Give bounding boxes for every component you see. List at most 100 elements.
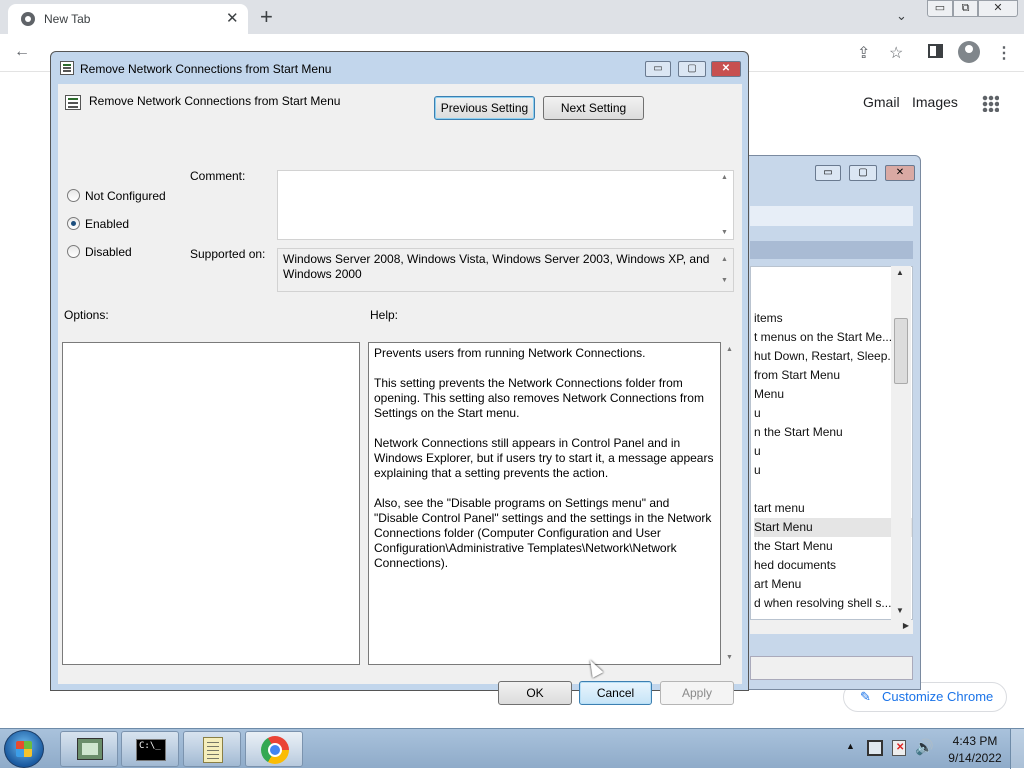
clock-date[interactable]: 9/14/2022	[946, 751, 1004, 765]
scroll-down-icon[interactable]: ▼	[721, 229, 728, 236]
policy-setting-dialog: Remove Network Connections from Start Me…	[50, 51, 749, 705]
scroll-up-icon[interactable]: ▲	[896, 268, 904, 277]
start-button[interactable]	[4, 730, 44, 768]
scroll-up-icon[interactable]: ▲	[721, 252, 728, 267]
editor-minimize-button[interactable]: ▭	[815, 165, 841, 181]
editor-list-header	[750, 241, 913, 259]
browser-close-button[interactable]: ✕	[978, 0, 1018, 17]
radio-button-unchecked[interactable]	[67, 189, 80, 202]
command-prompt-icon: C:\_	[136, 739, 166, 761]
policy-list-item[interactable]: from Start Menu	[754, 366, 912, 385]
policy-list-item[interactable]: art Menu	[754, 575, 912, 594]
policy-list-item[interactable]: t menus on the Start Me...	[754, 328, 912, 347]
policy-list-item[interactable]: Start Menu	[754, 518, 912, 537]
radio-button-unchecked[interactable]	[67, 245, 80, 258]
taskbar: C:\_ ▲ 🔊 4:43 PM 9/14/2022	[0, 728, 1024, 769]
supported-on-field: Windows Server 2008, Windows Vista, Wind…	[277, 248, 734, 292]
editor-status-bar	[750, 656, 913, 680]
policy-list-item[interactable]	[754, 480, 912, 499]
supported-scrollbar[interactable]: ▲ ▼	[717, 249, 733, 291]
show-hidden-icons-arrow-icon[interactable]: ▲	[846, 741, 855, 751]
policy-list-horizontal-scrollbar[interactable]: ▶	[750, 620, 913, 634]
options-pane	[62, 342, 360, 665]
taskbar-command-prompt[interactable]: C:\_	[121, 731, 179, 767]
policy-list-item[interactable]: hut Down, Restart, Sleep...	[754, 347, 912, 366]
radio-label: Not Configured	[85, 189, 166, 203]
comment-scrollbar[interactable]: ▲ ▼	[717, 171, 733, 239]
scroll-up-icon[interactable]: ▲	[726, 346, 733, 353]
action-center-flag-icon[interactable]	[892, 740, 906, 756]
help-pane: Prevents users from running Network Conn…	[368, 342, 721, 665]
supported-on-label: Supported on:	[190, 247, 266, 261]
scroll-down-icon[interactable]: ▼	[721, 273, 728, 288]
policy-list-item[interactable]: d when resolving shell s...	[754, 594, 912, 613]
dialog-body: Remove Network Connections from Start Me…	[58, 84, 742, 705]
comment-textarea[interactable]: ▲ ▼	[277, 170, 734, 240]
dialog-title: Remove Network Connections from Start Me…	[80, 62, 332, 76]
dialog-minimize-button[interactable]: ▭	[645, 61, 671, 77]
star-icon[interactable]: ☆	[889, 43, 903, 63]
images-link[interactable]: Images	[912, 94, 958, 110]
group-policy-editor-window: ▭ ▢ ✕ items t menus on the Start Me... hut…	[722, 155, 921, 690]
cancel-button[interactable]: Cancel	[579, 681, 652, 705]
help-scrollbar[interactable]: ▲ ▼	[721, 342, 738, 665]
show-desktop-button[interactable]	[1010, 729, 1024, 769]
scrollbar-thumb[interactable]	[894, 318, 908, 384]
browser-tab-strip: New Tab ✕ + ⌄ ▭ ⧉ ✕	[0, 0, 1024, 34]
policy-setting-icon	[60, 61, 74, 75]
taskbar-notepad[interactable]	[183, 731, 241, 767]
network-icon[interactable]	[867, 740, 883, 756]
radio-label: Disabled	[85, 245, 132, 259]
tab-close-icon[interactable]: ✕	[226, 9, 239, 27]
customize-chrome-label: Customize Chrome	[882, 689, 994, 704]
ok-button[interactable]: OK	[498, 681, 572, 705]
chrome-logo-icon	[21, 12, 35, 26]
policy-list-item[interactable]: u	[754, 404, 912, 423]
scroll-right-icon[interactable]: ▶	[903, 621, 909, 630]
policy-list-item[interactable]: u	[754, 461, 912, 480]
taskbar-group-policy-editor[interactable]	[60, 731, 118, 767]
policy-list-vertical-scrollbar[interactable]: ▲ ▼	[891, 266, 911, 620]
policy-list-item[interactable]: the Start Menu	[754, 537, 912, 556]
browser-tab-new-tab[interactable]: New Tab ✕	[8, 4, 248, 34]
policy-list-item[interactable]: items	[754, 309, 912, 328]
tab-title: New Tab	[44, 12, 91, 26]
clock-time[interactable]: 4:43 PM	[950, 734, 1000, 748]
new-tab-button[interactable]: +	[260, 4, 273, 30]
scroll-down-icon[interactable]: ▼	[726, 654, 733, 661]
back-arrow-icon[interactable]: ←	[14, 43, 30, 61]
menu-icon[interactable]: ⋮	[996, 43, 1012, 63]
editor-maximize-button[interactable]: ▢	[849, 165, 877, 181]
chrome-icon	[261, 736, 289, 764]
browser-restore-button[interactable]: ⧉	[953, 0, 978, 17]
radio-label: Enabled	[85, 217, 130, 231]
comment-label: Comment:	[190, 169, 246, 183]
policy-list-item[interactable]: n the Start Menu	[754, 423, 912, 442]
policy-list-item[interactable]: hed documents	[754, 556, 912, 575]
volume-icon[interactable]: 🔊	[915, 738, 934, 756]
apply-button[interactable]: Apply	[660, 681, 734, 705]
policy-name: Remove Network Connections from Start Me…	[89, 94, 341, 108]
side-panel-icon[interactable]	[928, 44, 943, 58]
gmail-link[interactable]: Gmail	[863, 94, 900, 110]
taskbar-chrome[interactable]	[245, 731, 303, 767]
share-icon[interactable]: ⇪	[857, 43, 870, 63]
policy-list-item[interactable]: u	[754, 442, 912, 461]
scroll-up-icon[interactable]: ▲	[721, 174, 728, 181]
dialog-maximize-button[interactable]: ▢	[678, 61, 706, 77]
policy-list-item[interactable]: Menu	[754, 385, 912, 404]
group-policy-editor-icon	[77, 738, 103, 760]
scroll-down-icon[interactable]: ▼	[896, 606, 904, 615]
dialog-close-button[interactable]: ✕	[711, 61, 741, 77]
next-setting-button[interactable]: Next Setting	[543, 96, 644, 120]
tab-search-button[interactable]: ⌄	[896, 8, 907, 24]
browser-minimize-button[interactable]: ▭	[927, 0, 953, 17]
dialog-title-bar[interactable]: Remove Network Connections from Start Me…	[51, 52, 748, 80]
radio-button-checked[interactable]	[67, 217, 80, 230]
editor-close-button[interactable]: ✕	[885, 165, 915, 181]
policy-list-item[interactable]: tart menu	[754, 499, 912, 518]
previous-setting-button[interactable]: Previous Setting	[434, 96, 535, 120]
apps-grid-icon[interactable]	[982, 95, 999, 112]
profile-icon[interactable]	[958, 41, 980, 63]
options-label: Options:	[64, 308, 109, 322]
